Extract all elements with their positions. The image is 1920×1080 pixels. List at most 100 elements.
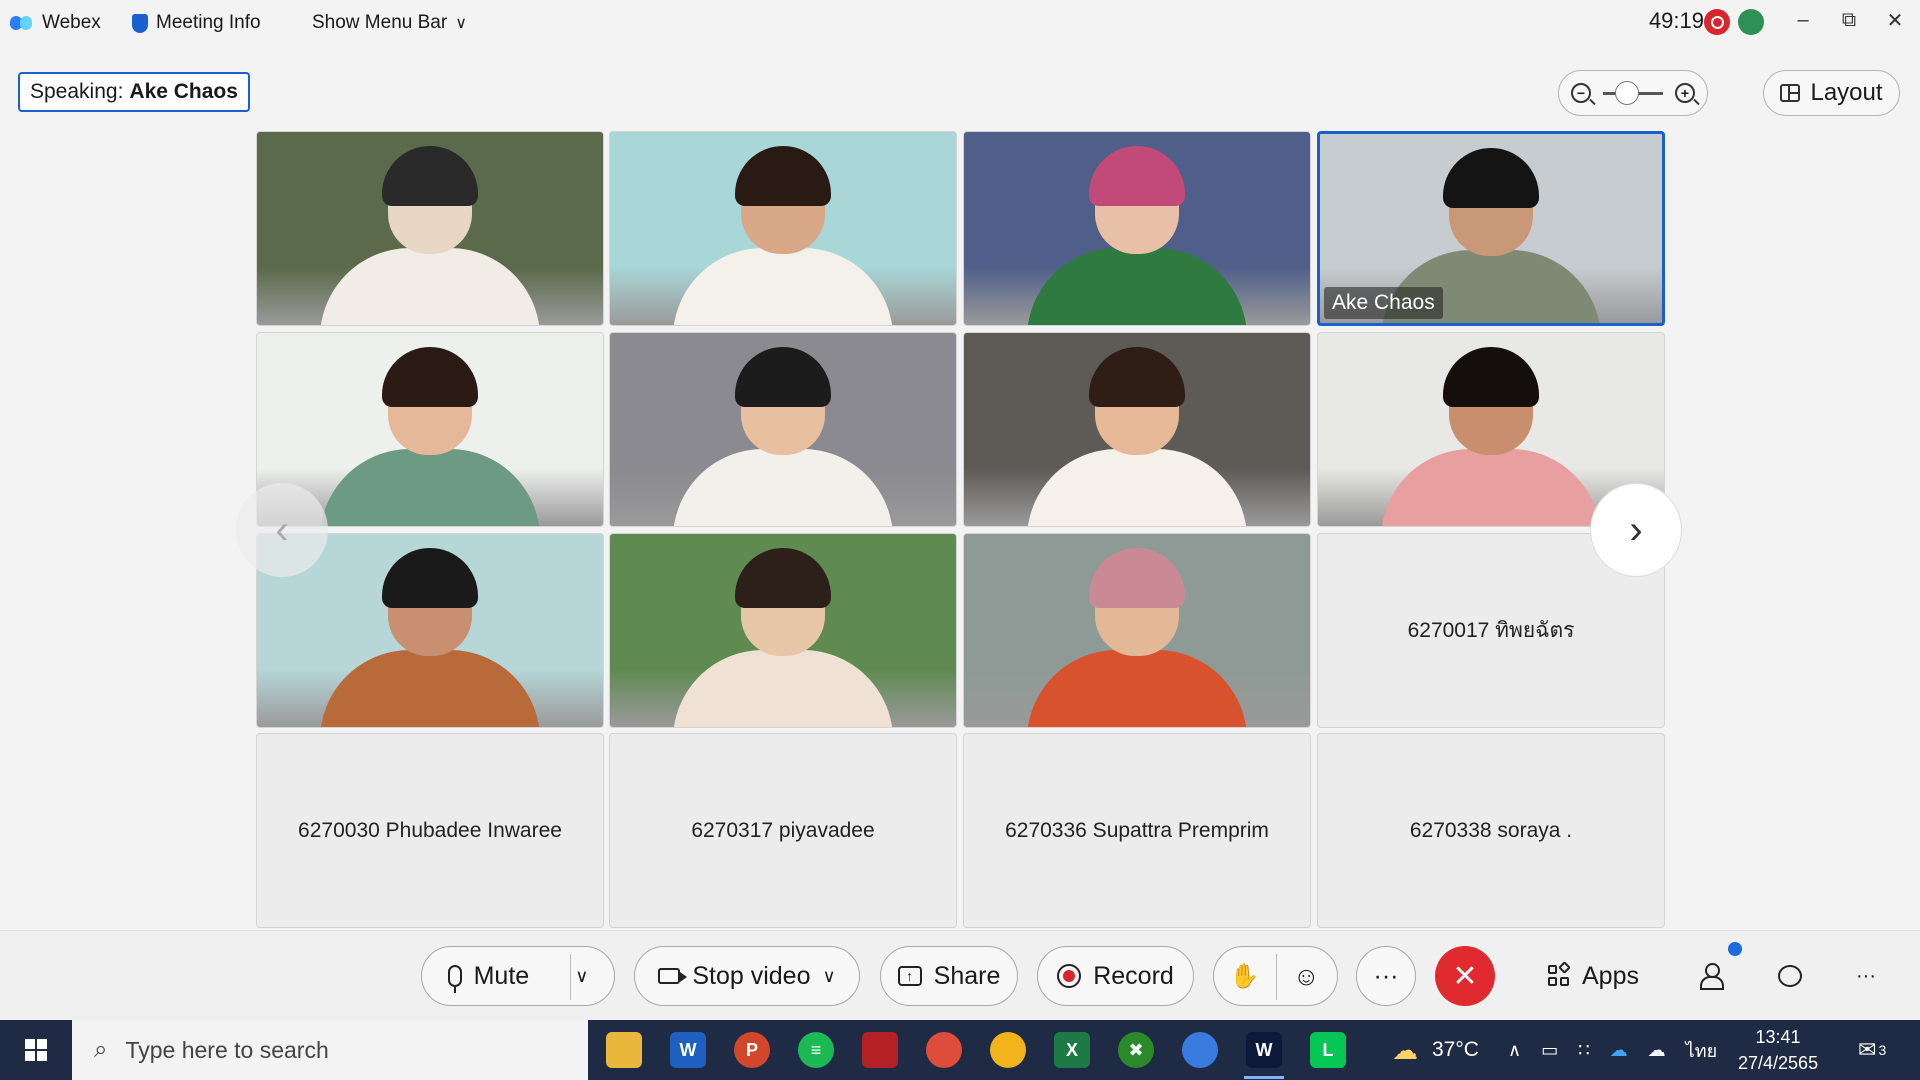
reactions-icon[interactable]: ☺ [1276,961,1338,992]
show-hidden-icons-icon[interactable]: ∧ [1508,1040,1521,1061]
overflow-menu-button[interactable]: ··· [1856,946,1876,1006]
network-health-icon[interactable] [1738,9,1764,35]
reactions-group: ✋ ☺ [1213,946,1338,1006]
participant-name-tag: Ake Chaos [1324,287,1443,319]
clock-date: 27/4/2565 [1738,1053,1819,1073]
apps-label: Apps [1582,961,1639,990]
chrome-profile-2-icon[interactable] [1182,1032,1218,1068]
taskbar-clock[interactable]: 13:41 27/4/2565 [1738,1024,1818,1076]
participant-video-tile[interactable] [256,131,604,326]
participant-video-tile[interactable] [609,131,957,326]
stop-video-button[interactable]: Stop video ∨ [634,946,860,1006]
share-label: Share [933,961,1001,990]
overflow-label: ··· [1856,964,1876,987]
notification-center-button[interactable]: ✉ 3 [1858,1020,1886,1080]
apps-icon [1548,961,1571,987]
notification-count: 3 [1878,1042,1887,1058]
record-label: Record [1093,961,1174,990]
mute-button[interactable]: Mute ∨ [421,946,615,1006]
zoom-in-icon[interactable]: + [1675,83,1695,103]
weather-cloud-sun-icon: ☁ [1392,1034,1418,1065]
apps-button[interactable]: Apps [1548,946,1639,1006]
app-name: Webex [42,12,101,33]
participant-video-feed [1027,347,1247,526]
participant-video-tile[interactable] [609,533,957,728]
close-window-button[interactable]: ✕ [1872,4,1918,36]
record-button[interactable]: Record [1037,946,1194,1006]
participant-video-feed [1027,548,1247,727]
participant-video-feed [320,146,540,325]
participant-video-tile[interactable] [963,533,1311,728]
participant-name: 6270030 Phubadee Inwaree [298,818,562,842]
cloud-icon[interactable]: ☁ [1648,1040,1666,1061]
temperature: 37°C [1432,1038,1479,1061]
participant-avatar-tile[interactable]: 6270317 piyavadee [609,733,957,928]
show-menu-bar-button[interactable]: Show Menu Bar ∨ [312,12,467,34]
chevron-down-icon: ∨ [455,15,467,32]
participants-icon [1700,963,1724,990]
taskbar-search-box[interactable]: ⌕ Type here to search [72,1020,588,1080]
start-button[interactable] [0,1020,72,1080]
participant-video-tile[interactable]: Ake Chaos [1317,131,1665,326]
excel-icon[interactable]: X [1054,1032,1090,1068]
xbox-icon[interactable]: ✖ [1118,1032,1154,1068]
minimize-button[interactable]: – [1780,4,1826,36]
chat-button[interactable] [1778,946,1802,1006]
file-explorer-icon[interactable] [606,1032,642,1068]
participant-name: 6270338 soraya . [1409,818,1573,842]
system-tray: ∧ ▭ ∷ ☁ ☁ ไทย [1508,1020,1717,1080]
participants-button[interactable] [1700,946,1724,1006]
zoom-slider[interactable] [1603,80,1663,105]
participant-avatar-tile[interactable]: 6270336 Supattra Premprim [963,733,1311,928]
participant-avatar-tile[interactable]: 6270338 soraya . [1317,733,1665,928]
record-icon [1057,964,1082,988]
participant-video-feed [320,347,540,526]
restore-button[interactable]: ⧉ [1826,4,1872,36]
wifi-icon[interactable]: ∷ [1578,1040,1589,1061]
meeting-info-button[interactable]: Meeting Info [132,12,261,34]
participant-video-tile[interactable] [963,332,1311,527]
participant-video-tile[interactable] [609,332,957,527]
game-app-icon[interactable] [862,1032,898,1068]
video-zoom-control: − + [1558,70,1708,116]
zoom-slider-knob[interactable] [1615,80,1639,105]
word-icon[interactable]: W [670,1032,706,1068]
chevron-down-icon[interactable]: ∨ [822,966,835,987]
weather-widget[interactable]: ☁ 37°C [1392,1020,1479,1080]
webex-taskbar-icon[interactable]: W [1246,1032,1282,1068]
previous-page-button[interactable]: ‹ [236,483,328,577]
chrome-profile-icon[interactable] [926,1032,962,1068]
participant-video-feed [673,146,893,325]
zoom-out-icon[interactable]: − [1571,83,1591,103]
participant-avatar-tile[interactable]: 6270030 Phubadee Inwaree [256,733,604,928]
notification-icon: ✉ [1858,1037,1877,1062]
layout-label: Layout [1810,79,1883,106]
chevron-down-icon[interactable]: ∨ [575,966,588,987]
input-language[interactable]: ไทย [1686,1036,1717,1065]
meeting-timer: 49:19 [1648,8,1704,33]
title-bar: Webex Meeting Info Show Menu Bar ∨ 49:19… [0,0,1920,44]
participant-video-tile[interactable] [963,131,1311,326]
layout-button[interactable]: Layout [1763,70,1900,116]
onedrive-icon[interactable]: ☁ [1610,1040,1628,1061]
raise-hand-icon[interactable]: ✋ [1214,962,1276,991]
divider [570,954,571,1000]
powerpoint-icon[interactable]: P [734,1032,770,1068]
participant-name: 6270017 ทิพยฉัตร [1407,619,1575,642]
line-icon[interactable]: L [1310,1032,1346,1068]
more-options-button[interactable]: ··· [1356,946,1416,1006]
meeting-info-label: Meeting Info [156,12,261,33]
next-page-button[interactable]: › [1590,483,1682,577]
chrome-icon[interactable] [990,1032,1026,1068]
recording-indicator-icon[interactable] [1704,9,1730,35]
close-icon: ✕ [1452,959,1478,993]
spotify-icon[interactable]: ≡ [798,1032,834,1068]
battery-icon[interactable]: ▭ [1541,1040,1558,1061]
stop-video-label: Stop video [692,961,811,990]
end-call-button[interactable]: ✕ [1435,946,1495,1006]
share-button[interactable]: ↑ Share [880,946,1018,1006]
participant-video-feed [1381,347,1601,526]
participant-video-feed [673,347,893,526]
webex-app-menu[interactable]: Webex [10,12,101,34]
microphone-icon [447,965,462,993]
